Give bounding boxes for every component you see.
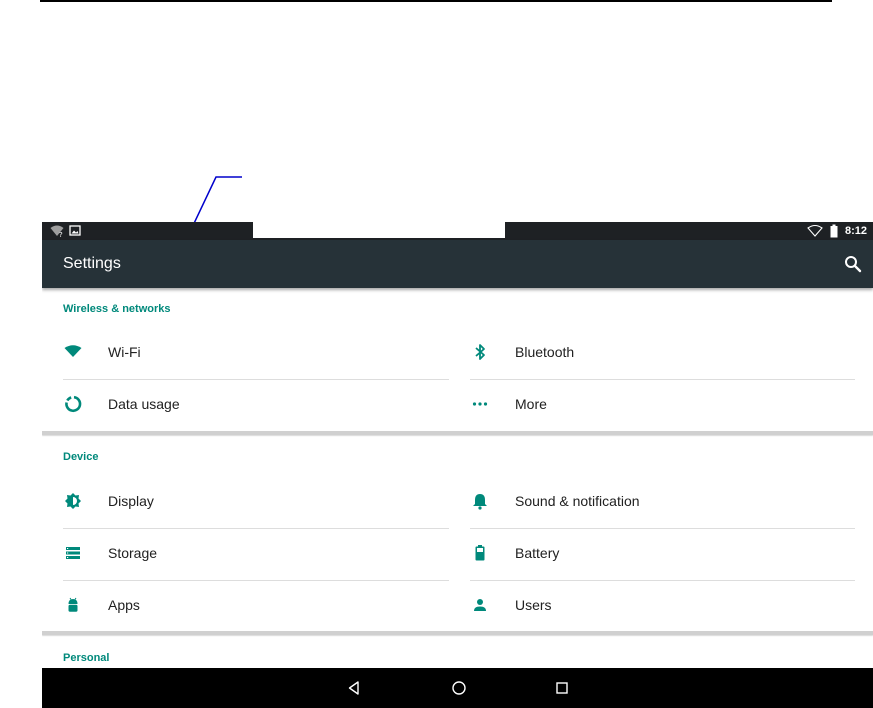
- navigation-bar: [42, 668, 873, 708]
- section-header-device: Device: [63, 451, 99, 463]
- back-icon[interactable]: [346, 679, 364, 697]
- more-dots-icon: [472, 402, 488, 406]
- redaction-box: [253, 222, 505, 238]
- home-icon[interactable]: [450, 679, 468, 697]
- settings-item-label: Sound & notification: [515, 493, 640, 509]
- app-bar: Settings: [42, 240, 873, 288]
- settings-item-label: Display: [108, 493, 154, 509]
- status-time: 8:12: [844, 225, 867, 237]
- section-header-wireless: Wireless & networks: [63, 303, 171, 315]
- battery-icon: [475, 545, 485, 561]
- user-icon: [474, 599, 486, 611]
- data-usage-icon: [65, 395, 82, 413]
- settings-item-bluetooth[interactable]: Bluetooth: [470, 328, 855, 380]
- wifi-signal-icon: [807, 224, 823, 237]
- settings-item-label: Wi-Fi: [108, 344, 141, 360]
- settings-item-display[interactable]: Display: [63, 477, 449, 529]
- settings-item-storage[interactable]: Storage: [63, 529, 449, 581]
- section-separator: [42, 631, 873, 635]
- bell-icon: [473, 494, 487, 510]
- status-bar: ? 8:12: [42, 222, 873, 240]
- settings-item-label: Users: [515, 597, 552, 613]
- settings-item-label: More: [515, 396, 547, 412]
- section-separator: [42, 431, 873, 435]
- settings-item-battery[interactable]: Battery: [470, 529, 855, 581]
- wifi-icon: [64, 345, 82, 357]
- section-header-personal: Personal: [63, 652, 110, 664]
- tablet-screen: ? 8:12 Settings Wireless & networks Wi-F…: [42, 222, 873, 708]
- storage-icon: [66, 547, 80, 559]
- recents-icon[interactable]: [553, 679, 571, 697]
- settings-item-apps[interactable]: Apps: [63, 581, 449, 633]
- settings-item-label: Bluetooth: [515, 344, 575, 360]
- image-notification-icon: [69, 225, 81, 236]
- wifi-unknown-icon: ?: [50, 225, 64, 238]
- settings-item-data-usage[interactable]: Data usage: [63, 380, 449, 432]
- search-icon[interactable]: [841, 252, 865, 276]
- settings-item-sound-notification[interactable]: Sound & notification: [470, 477, 855, 529]
- settings-item-label: Battery: [515, 545, 560, 561]
- settings-item-users[interactable]: Users: [470, 581, 855, 633]
- settings-item-wifi[interactable]: Wi-Fi: [63, 328, 449, 380]
- android-apps-icon: [68, 597, 78, 612]
- battery-icon: [830, 224, 838, 238]
- settings-item-label: Storage: [108, 545, 158, 561]
- svg-text:?: ?: [59, 231, 63, 238]
- bluetooth-icon: [475, 344, 485, 360]
- page-title: Settings: [63, 255, 121, 272]
- display-brightness-icon: [65, 493, 81, 509]
- settings-item-label: Apps: [108, 597, 140, 613]
- settings-item-more[interactable]: More: [470, 380, 855, 432]
- settings-item-label: Data usage: [108, 396, 180, 412]
